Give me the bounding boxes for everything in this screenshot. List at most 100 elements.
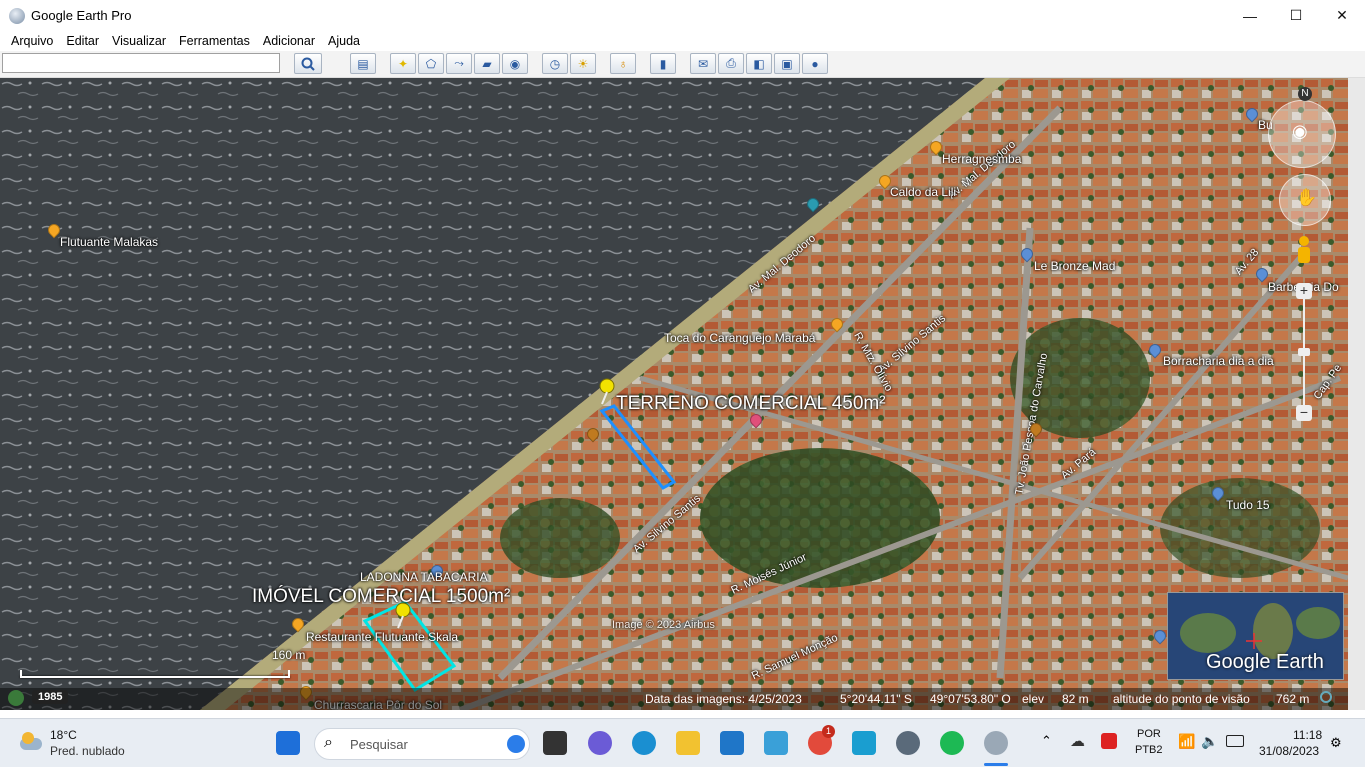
remote-desktop-icon[interactable] <box>852 731 876 755</box>
place-label[interactable]: Flutuante Malakas <box>60 235 158 249</box>
placemark-icon: ✦ <box>397 56 409 71</box>
record-tour-button[interactable]: ◉ <box>502 53 528 74</box>
place-label[interactable]: Toca do Caranguejo Marabá <box>664 331 815 345</box>
notification-icon[interactable]: ⚙ <box>1330 735 1342 751</box>
search-input[interactable] <box>2 53 280 73</box>
google-earth-taskbar-icon[interactable] <box>984 731 1008 755</box>
weather-cloud-icon[interactable] <box>18 732 44 752</box>
spotify-icon[interactable] <box>940 731 964 755</box>
save-image-button[interactable]: ▣ <box>774 53 800 74</box>
language-code[interactable]: POR <box>1137 728 1161 740</box>
settings-gear-icon[interactable] <box>896 731 920 755</box>
add-image-overlay-button[interactable]: ▰ <box>474 53 500 74</box>
keyboard-layout[interactable]: PTB2 <box>1135 744 1163 756</box>
pushpin-icon[interactable] <box>596 378 618 406</box>
antivirus-icon[interactable] <box>1101 733 1117 749</box>
add-placemark-button[interactable]: ✦ <box>390 53 416 74</box>
zoom-out-button[interactable]: − <box>1296 405 1312 421</box>
overview-map[interactable]: Google Earth <box>1167 592 1344 680</box>
onedrive-cloud-icon[interactable]: ☁ <box>1070 732 1085 750</box>
email-button[interactable]: ✉ <box>690 53 716 74</box>
historical-imagery-button[interactable]: ◷ <box>542 53 568 74</box>
place-label[interactable]: Tudo 15 <box>1226 498 1270 512</box>
search-icon: ⌕ <box>324 734 333 751</box>
zoom-in-button[interactable]: + <box>1296 283 1312 299</box>
menu-ajuda[interactable]: Ajuda <box>328 34 360 48</box>
planet-switch-button[interactable]: ♁ <box>610 53 636 74</box>
add-polygon-button[interactable]: ⬠ <box>418 53 444 74</box>
polygon-icon: ⬠ <box>425 56 437 71</box>
menu-ferramentas[interactable]: Ferramentas <box>179 34 250 48</box>
photos-icon[interactable] <box>764 731 788 755</box>
place-label[interactable]: Caldo da Lili <box>890 185 956 199</box>
placemark-label[interactable]: IMÓVEL COMERCIAL 1500m² <box>252 586 510 608</box>
street-view-pegman-icon[interactable] <box>1297 236 1311 268</box>
sunlight-button[interactable]: ☀ <box>570 53 596 74</box>
place-label[interactable]: Le Bronze Mad <box>1034 259 1115 273</box>
file-explorer-icon[interactable] <box>676 731 700 755</box>
compass-north[interactable]: N <box>1298 87 1312 101</box>
task-view-icon[interactable] <box>543 731 567 755</box>
volume-icon[interactable]: 🔈 <box>1201 733 1218 750</box>
look-control[interactable]: N ◉ <box>1268 87 1336 168</box>
clock-time[interactable]: 11:18 <box>1293 728 1322 742</box>
elevation: 82 m <box>1062 692 1089 706</box>
view-in-maps-button[interactable]: ◧ <box>746 53 772 74</box>
windows-start-icon[interactable] <box>276 731 300 755</box>
window-title: Google Earth Pro <box>31 8 132 23</box>
maximize-button[interactable]: ☐ <box>1273 0 1319 31</box>
imagery-copyright: Image © 2023 Airbus <box>612 619 715 631</box>
placemark-label[interactable]: TERRENO COMERCIAL 450m² <box>616 393 886 415</box>
window-edge <box>1348 78 1365 710</box>
weather-desc[interactable]: Pred. nublado <box>50 744 125 758</box>
close-button[interactable]: ✕ <box>1319 0 1365 31</box>
place-label[interactable]: LADONNA TABACARIA <box>360 570 488 584</box>
chevron-up-icon[interactable]: ⌃ <box>1041 733 1052 749</box>
latitude: 5°20'44.11" S <box>840 692 912 706</box>
minimize-button[interactable]: — <box>1227 0 1273 31</box>
teams-chat-icon[interactable] <box>588 731 612 755</box>
place-label[interactable]: Herragnesmba <box>942 152 1021 166</box>
globe-icon: ● <box>811 56 819 71</box>
place-label[interactable]: Restaurante Flutuante Skala <box>306 630 458 644</box>
menu-bar: Arquivo Editar Visualizar Ferramentas Ad… <box>0 31 1365 51</box>
mail-icon[interactable] <box>720 731 744 755</box>
menu-adicionar[interactable]: Adicionar <box>263 34 315 48</box>
move-control[interactable]: ✋ <box>1279 174 1331 226</box>
print-button[interactable]: ⎙ <box>718 53 744 74</box>
zoom-slider-handle[interactable] <box>1298 348 1310 356</box>
title-bar: Google Earth Pro — ☐ ✕ <box>0 0 1365 31</box>
elevation-label: elev <box>1022 692 1045 706</box>
zoom-slider[interactable]: + − <box>1296 283 1312 421</box>
chrome-icon[interactable]: 1 <box>808 725 835 755</box>
menu-arquivo[interactable]: Arquivo <box>11 34 53 48</box>
streaming-indicator-icon <box>1320 691 1332 703</box>
hand-icon: ✋ <box>1296 188 1318 207</box>
weather-temp[interactable]: 18°C <box>50 728 77 742</box>
clock-date[interactable]: 31/08/2023 <box>1259 744 1319 758</box>
historical-clock-icon[interactable] <box>8 690 24 706</box>
search-button[interactable] <box>294 53 322 74</box>
map-view[interactable]: Av. Mal. Deodoro Av. Mal. Deodoro Av. Si… <box>0 78 1348 710</box>
image-overlay-icon: ▰ <box>482 56 492 71</box>
active-app-indicator <box>984 763 1008 766</box>
google-earth-app-icon <box>9 7 25 24</box>
sidebar-toggle-button[interactable]: ▤ <box>350 53 376 74</box>
chrome-notification-badge: 1 <box>822 725 835 738</box>
web-button[interactable]: ● <box>802 53 828 74</box>
ruler-button[interactable]: ▮ <box>650 53 676 74</box>
menu-visualizar[interactable]: Visualizar <box>112 34 166 48</box>
battery-icon[interactable] <box>1226 735 1244 747</box>
eye-icon: ◉ <box>1292 121 1308 141</box>
taskbar-search[interactable]: ⌕ Pesquisar <box>314 728 530 760</box>
sidebar-icon: ▤ <box>357 56 369 71</box>
edge-icon[interactable] <box>632 731 656 755</box>
historical-year[interactable]: 1985 <box>32 690 69 704</box>
add-path-button[interactable]: ⤳ <box>446 53 472 74</box>
eye-altitude: 762 m <box>1276 692 1310 706</box>
place-label[interactable]: Borracharia dia a dia <box>1163 354 1274 368</box>
menu-editar[interactable]: Editar <box>66 34 99 48</box>
wifi-icon[interactable]: 📶 <box>1178 733 1195 750</box>
path-icon: ⤳ <box>454 56 464 70</box>
longitude: 49°07'53.80" O <box>930 692 1011 706</box>
